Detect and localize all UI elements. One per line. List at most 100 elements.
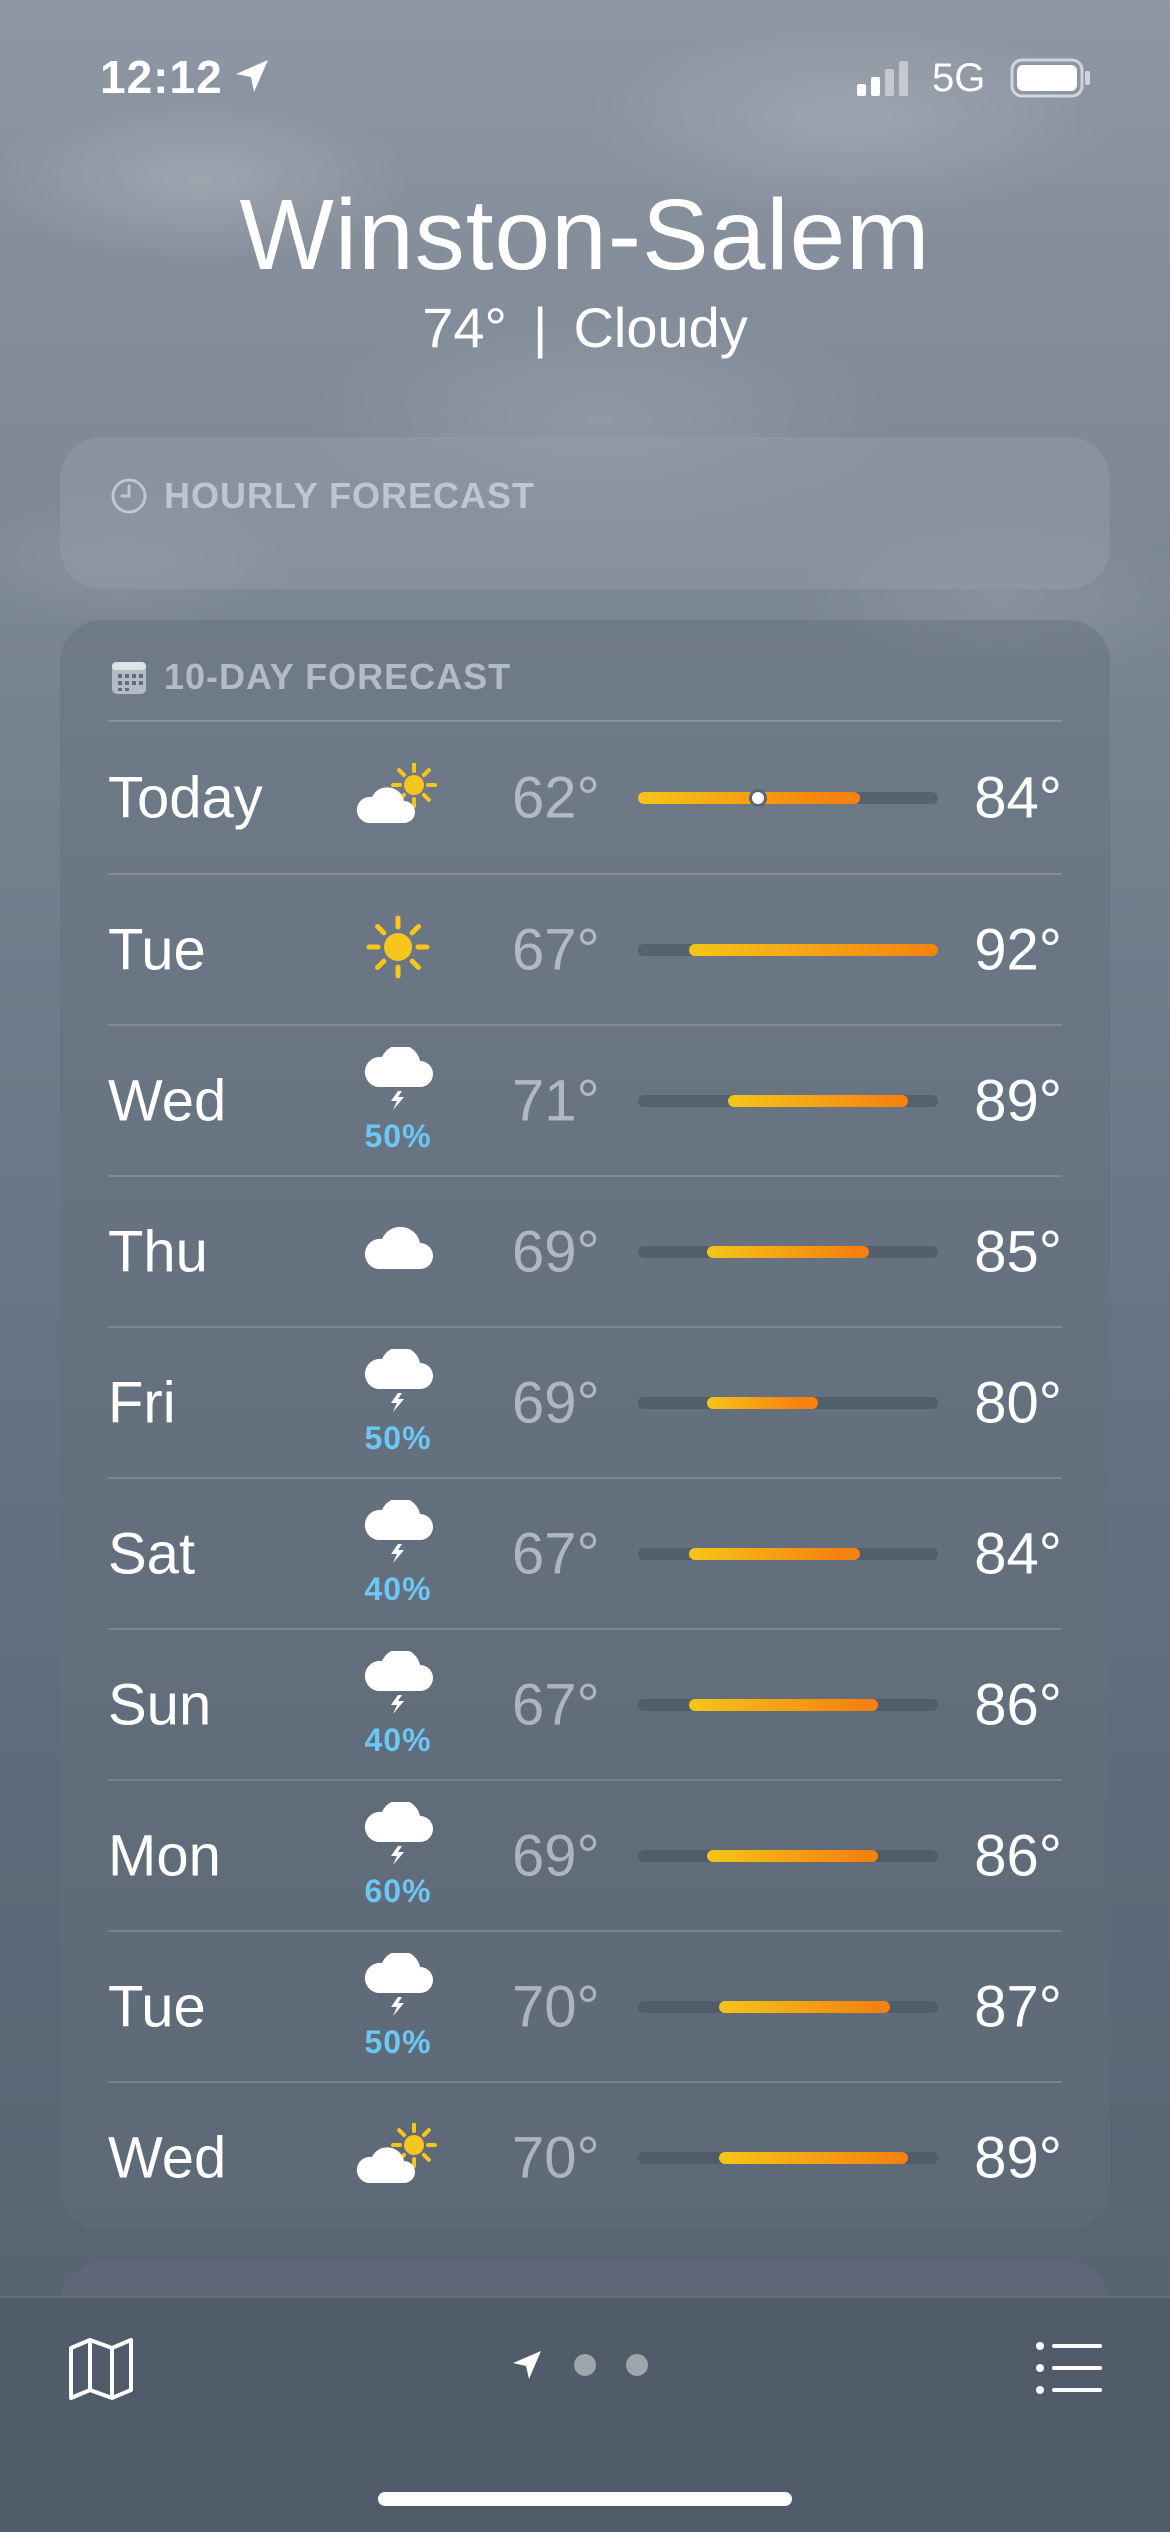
high-temperature: 86° (974, 1823, 1062, 1888)
weather-icon-group: 50% (348, 1932, 448, 2081)
forecast-row[interactable]: Sat 40% 67° 84° (108, 1477, 1062, 1628)
forecast-row[interactable]: Thu 69° 85° (108, 1175, 1062, 1326)
day-label: Fri (108, 1370, 176, 1435)
ten-day-forecast-header: 10-DAY FORECAST (110, 656, 511, 698)
precipitation-chance: 40% (364, 1570, 432, 1607)
temperature-range-fill (707, 1396, 818, 1409)
temperature-range-fill (728, 1094, 908, 1107)
temperature-range-fill (707, 1849, 878, 1862)
map-icon[interactable] (66, 2334, 136, 2404)
forecast-row[interactable]: Tue 67° 92° (108, 873, 1062, 1024)
day-label: Sat (108, 1521, 196, 1586)
high-temperature: 84° (974, 765, 1062, 830)
high-temperature: 89° (974, 2125, 1062, 2190)
low-temperature: 62° (512, 765, 600, 830)
temperature-range-bar (638, 2000, 938, 2013)
weather-icon-group: 50% (348, 1328, 448, 1477)
precipitation-chance: 50% (364, 2023, 432, 2060)
forecast-row[interactable]: Fri 50% 69° 80° (108, 1326, 1062, 1477)
weather-icon-group (348, 875, 448, 1024)
forecast-row[interactable]: Mon 60% 69° 86° (108, 1779, 1062, 1930)
network-type: 5G (932, 56, 986, 100)
ten-day-forecast-title: 10-DAY FORECAST (164, 656, 512, 697)
conditions-separator: | (532, 296, 548, 359)
location-arrow-icon (236, 60, 268, 92)
precipitation-chance: 40% (364, 1721, 432, 1758)
temperature-range-bar (638, 1396, 938, 1409)
thunderstorm-icon (360, 1497, 436, 1569)
battery-icon (1010, 58, 1090, 98)
status-bar: 12:12 5G (0, 0, 1170, 150)
hourly-forecast-title: HOURLY FORECAST (164, 475, 536, 516)
temperature-range-fill (689, 943, 938, 956)
weather-icon-group: 40% (348, 1479, 448, 1628)
precipitation-chance: 50% (364, 1117, 432, 1154)
list-icon[interactable] (1034, 2338, 1104, 2398)
weather-icon-group (348, 722, 448, 873)
day-label: Thu (108, 1219, 208, 1284)
page-indicator[interactable] (510, 2348, 648, 2382)
ten-day-forecast-card[interactable]: 10-DAY FORECAST Today 62° 84° Tue 67° 92° Wed 5… (60, 620, 1110, 2230)
thunderstorm-icon (360, 1950, 436, 2022)
day-label: Mon (108, 1823, 221, 1888)
forecast-row[interactable]: Sun 40% 67° 86° (108, 1628, 1062, 1779)
high-temperature: 87° (974, 1974, 1062, 2039)
cloud-icon (360, 1223, 436, 1280)
page-dot[interactable] (574, 2354, 596, 2376)
partly-sunny-icon (354, 2122, 442, 2192)
forecast-row[interactable]: Wed 70° 89° (108, 2081, 1062, 2232)
signal-icon (857, 61, 908, 96)
low-temperature: 67° (512, 917, 600, 982)
forecast-row[interactable]: Wed 50% 71° 89° (108, 1024, 1062, 1175)
high-temperature: 89° (974, 1068, 1062, 1133)
weather-icon-group: 50% (348, 1026, 448, 1175)
temperature-range-bar (638, 788, 938, 807)
forecast-rows: Today 62° 84° Tue 67° 92° Wed 50% 71° 89° Thu 69° 85… (108, 722, 1062, 2232)
forecast-row[interactable]: Today 62° 84° (108, 722, 1062, 873)
city-name: Winston-Salem (239, 179, 931, 291)
temperature-range-fill (689, 1547, 860, 1560)
sun-icon (366, 915, 430, 984)
temperature-range-bar (638, 1547, 938, 1560)
location-header: Winston-Salem 74° | Cloudy (0, 175, 1170, 363)
thunderstorm-icon (360, 1044, 436, 1116)
temperature-range-bar (638, 1849, 938, 1862)
low-temperature: 67° (512, 1672, 600, 1737)
thunderstorm-icon (360, 1346, 436, 1418)
current-temperature: 74° (422, 296, 507, 359)
home-indicator[interactable] (378, 2492, 792, 2506)
page-dot[interactable] (626, 2354, 648, 2376)
temperature-range-bar (638, 2151, 938, 2164)
temperature-range-fill (719, 2151, 908, 2164)
temperature-range-fill (719, 2000, 890, 2013)
day-label: Today (108, 765, 263, 830)
low-temperature: 69° (512, 1219, 600, 1284)
weather-icon-group: 60% (348, 1781, 448, 1930)
forecast-row[interactable]: Tue 50% 70° 87° (108, 1930, 1062, 2081)
temperature-range-bar (638, 1245, 938, 1258)
weather-icon-group (348, 2083, 448, 2232)
low-temperature: 70° (512, 1974, 600, 2039)
thunderstorm-icon (360, 1799, 436, 1871)
day-label: Sun (108, 1672, 212, 1737)
high-temperature: 85° (974, 1219, 1062, 1284)
thunderstorm-icon (360, 1648, 436, 1720)
day-label: Wed (108, 2125, 227, 2190)
weather-icon-group: 40% (348, 1630, 448, 1779)
low-temperature: 69° (512, 1370, 600, 1435)
calendar-icon (112, 662, 146, 694)
temperature-range-bar (638, 943, 938, 956)
weather-icon-group (348, 1177, 448, 1326)
low-temperature: 70° (512, 2125, 600, 2190)
high-temperature: 86° (974, 1672, 1062, 1737)
status-time: 12:12 (100, 51, 223, 103)
temperature-range-fill (689, 1698, 878, 1711)
hourly-forecast-card[interactable]: HOURLY FORECAST (60, 437, 1110, 589)
day-label: Tue (108, 1974, 206, 2039)
high-temperature: 84° (974, 1521, 1062, 1586)
temperature-range-bar (638, 1698, 938, 1711)
day-label: Tue (108, 917, 206, 982)
temperature-range-fill (707, 1245, 869, 1258)
location-arrow-icon (513, 2351, 541, 2379)
high-temperature: 80° (974, 1370, 1062, 1435)
